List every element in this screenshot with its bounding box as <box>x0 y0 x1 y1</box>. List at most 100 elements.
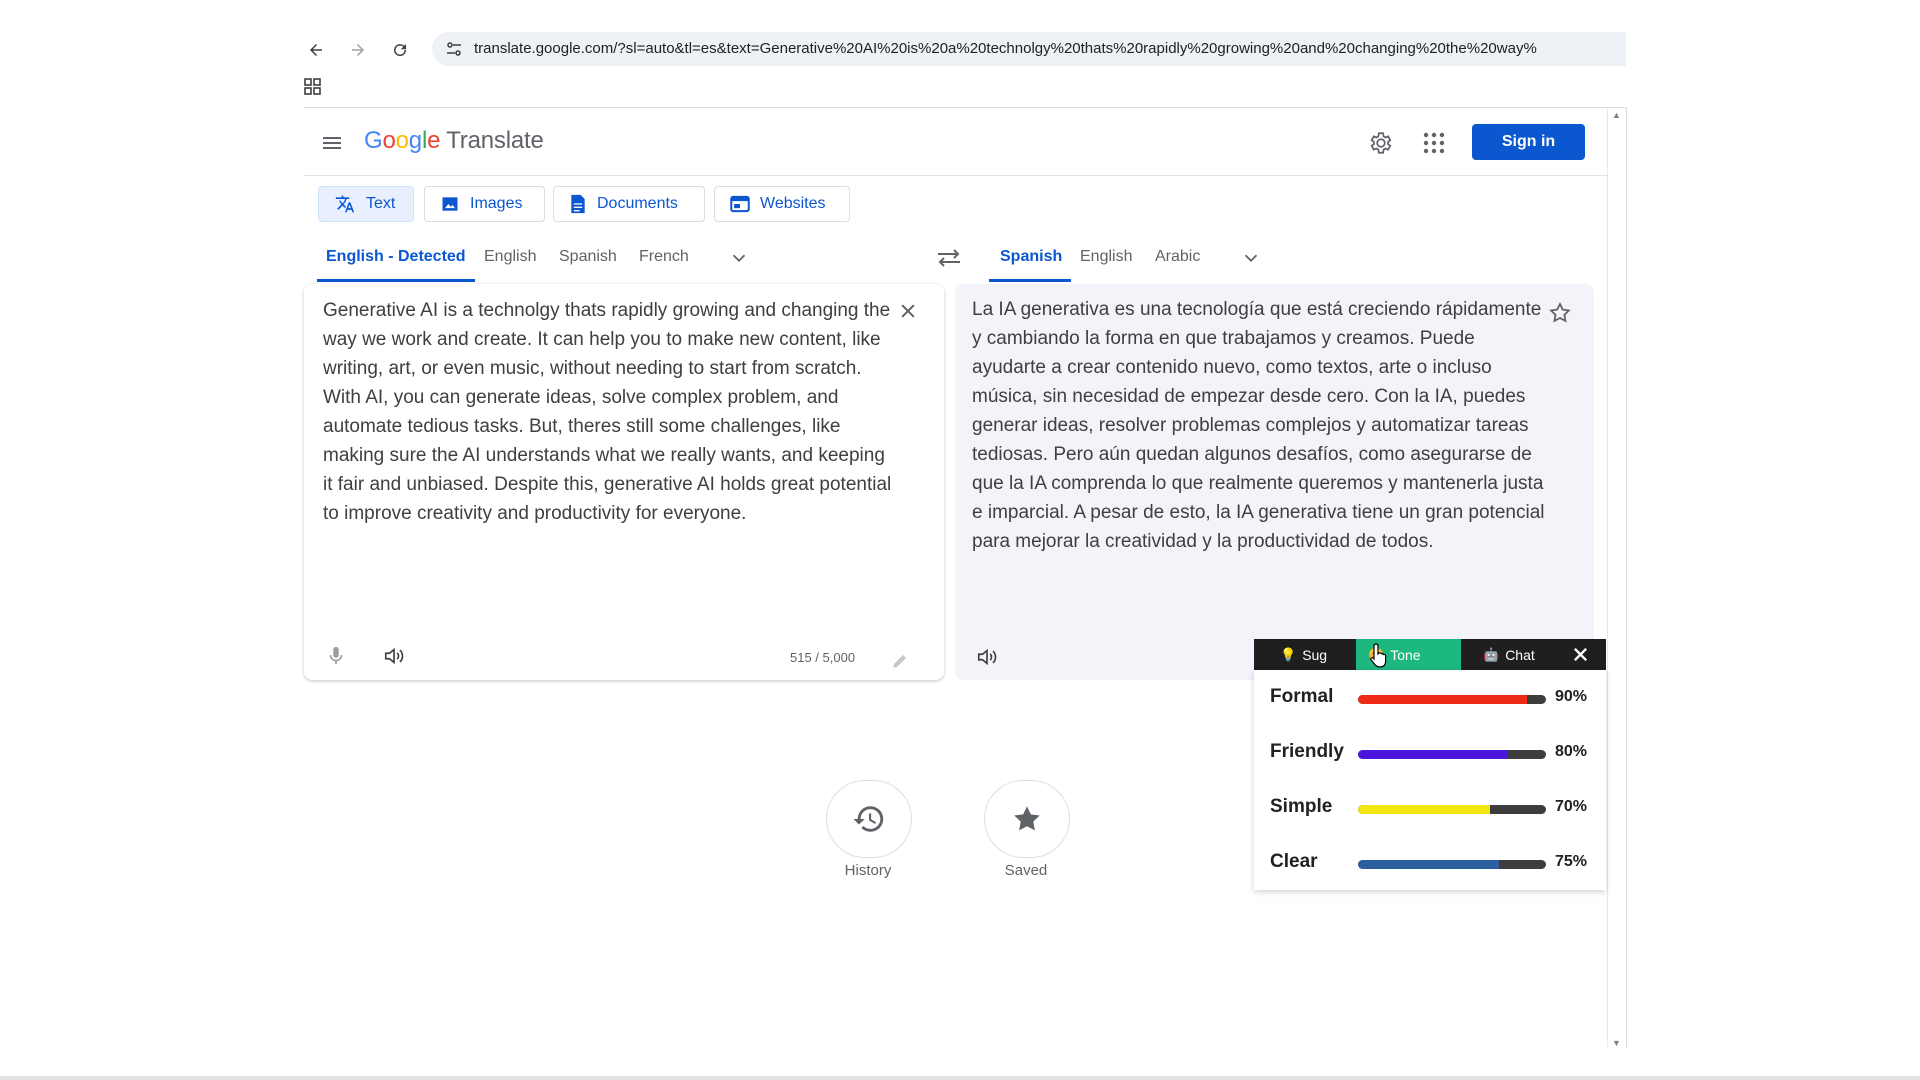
tone-name: Friendly <box>1270 741 1344 762</box>
ext-tab-sug[interactable]: 💡 Sug <box>1268 639 1364 670</box>
tone-row-simple: Simple 70% <box>1270 793 1600 823</box>
history-button[interactable] <box>826 780 912 858</box>
character-count: 515 / 5,000 <box>790 650 856 665</box>
source-lang-spanish[interactable]: Spanish <box>559 248 617 266</box>
chevron-down-icon <box>1244 254 1258 263</box>
image-icon <box>442 197 458 211</box>
speaker-icon <box>977 648 997 666</box>
close-extension-button[interactable] <box>1572 646 1589 663</box>
star-outline-icon <box>1549 301 1571 323</box>
target-lang-underline <box>989 279 1071 282</box>
tone-percent: 90% <box>1555 688 1588 705</box>
tab-websites[interactable]: Websites <box>714 186 850 222</box>
google-translate-logo[interactable]: Google Translate <box>364 127 544 155</box>
tab-images-label: Images <box>470 195 523 212</box>
microphone-icon <box>329 646 343 665</box>
tone-percent: 75% <box>1555 853 1588 870</box>
swap-languages-button[interactable] <box>935 246 963 270</box>
tone-row-formal: Formal 90% <box>1270 683 1600 713</box>
scrollbar[interactable] <box>1607 108 1626 1047</box>
tone-bar <box>1358 750 1546 759</box>
main-menu-button[interactable] <box>320 131 344 155</box>
arrow-right-icon <box>352 44 364 56</box>
tone-percent: 80% <box>1555 743 1588 760</box>
ext-tab-sug-label: Sug <box>1302 646 1328 663</box>
sign-in-button[interactable]: Sign in <box>1472 124 1585 160</box>
ext-tab-chat-label: Chat <box>1505 646 1535 663</box>
gear-icon <box>1370 132 1392 154</box>
source-listen-button[interactable] <box>382 645 406 667</box>
history-icon <box>853 806 884 832</box>
chat-bot-icon: 🤖 <box>1483 646 1500 662</box>
source-lang-more-button[interactable] <box>728 247 750 269</box>
translate-icon <box>335 195 355 213</box>
website-icon <box>730 195 750 213</box>
tab-documents-label: Documents <box>597 195 678 212</box>
target-lang-spanish[interactable]: Spanish <box>1000 248 1062 266</box>
saved-label: Saved <box>1004 862 1048 879</box>
source-textarea[interactable]: Generative AI is a technolgy thats rapid… <box>323 296 893 528</box>
google-apps-button[interactable] <box>1423 132 1445 154</box>
scroll-up-arrow[interactable]: ▲ <box>1612 110 1621 120</box>
logo-letter: g <box>408 127 422 154</box>
address-bar[interactable]: translate.google.com/?sl=auto&tl=es&text… <box>432 32 1626 66</box>
url-text: translate.google.com/?sl=auto&tl=es&text… <box>474 40 1537 57</box>
mouse-cursor-icon <box>1370 642 1390 668</box>
target-listen-button[interactable] <box>975 646 999 668</box>
saved-button[interactable] <box>984 780 1070 858</box>
tone-row-clear: Clear 75% <box>1270 848 1600 878</box>
window-bottom-edge <box>0 1076 1920 1080</box>
tone-row-friendly: Friendly 80% <box>1270 738 1600 768</box>
ext-tab-chat[interactable]: 🤖 Chat <box>1471 639 1565 670</box>
chevron-down-icon <box>732 254 746 263</box>
apps-shortcut-icon[interactable] <box>304 78 322 96</box>
lightbulb-icon: 💡 <box>1280 646 1297 662</box>
tone-name: Formal <box>1270 686 1334 707</box>
logo-letter: o <box>395 127 409 154</box>
translation-output: La IA generativa es una tecnología que e… <box>972 299 1545 552</box>
translate-wordmark: Translate <box>446 127 544 154</box>
clear-source-button[interactable] <box>898 301 918 321</box>
google-wordmark: Google <box>364 127 440 154</box>
tone-bar <box>1358 860 1546 869</box>
site-info-icon[interactable] <box>446 41 462 57</box>
tab-documents[interactable]: Documents <box>553 186 705 222</box>
back-button[interactable] <box>302 36 330 64</box>
reload-button[interactable] <box>386 36 414 64</box>
history-label: History <box>844 862 892 879</box>
star-icon <box>1014 806 1040 831</box>
tone-panel: Formal 90% Friendly 80% Simple 70% Clear… <box>1254 670 1606 890</box>
close-icon <box>901 304 915 318</box>
logo-letter: G <box>364 127 383 154</box>
tone-bar-fill <box>1358 750 1509 759</box>
tab-websites-label: Websites <box>760 195 826 212</box>
hamburger-icon <box>323 137 341 149</box>
voice-input-button[interactable] <box>326 645 346 667</box>
source-lang-french[interactable]: French <box>639 248 689 266</box>
target-lang-more-button[interactable] <box>1240 247 1262 269</box>
source-lang-english[interactable]: English <box>484 248 536 266</box>
edit-icon <box>891 652 909 670</box>
logo-letter: e <box>427 127 441 154</box>
tone-bar-fill <box>1358 860 1499 869</box>
target-lang-english[interactable]: English <box>1080 248 1132 266</box>
tone-bar-fill <box>1358 805 1490 814</box>
arrow-left-icon <box>310 44 322 56</box>
source-lang-detected[interactable]: English - Detected <box>326 248 466 266</box>
tab-text[interactable]: Text <box>318 186 414 222</box>
save-translation-button[interactable] <box>1548 301 1572 325</box>
scroll-down-arrow[interactable]: ▼ <box>1612 1038 1621 1048</box>
target-lang-arabic[interactable]: Arabic <box>1155 248 1200 266</box>
tone-extension-tabs: 💡 Sug 😊 Tone 🤖 Chat <box>1254 639 1606 670</box>
tone-bar <box>1358 695 1546 704</box>
forward-button[interactable] <box>344 36 372 64</box>
speaker-icon <box>384 647 404 665</box>
tone-percent: 70% <box>1555 798 1588 815</box>
settings-button[interactable] <box>1367 130 1393 156</box>
header-divider <box>304 175 1608 176</box>
tab-images[interactable]: Images <box>424 186 545 222</box>
tone-bar <box>1358 805 1546 814</box>
reload-icon <box>394 44 407 57</box>
apps-grid-icon <box>1423 132 1445 154</box>
source-lang-underline <box>317 279 475 282</box>
